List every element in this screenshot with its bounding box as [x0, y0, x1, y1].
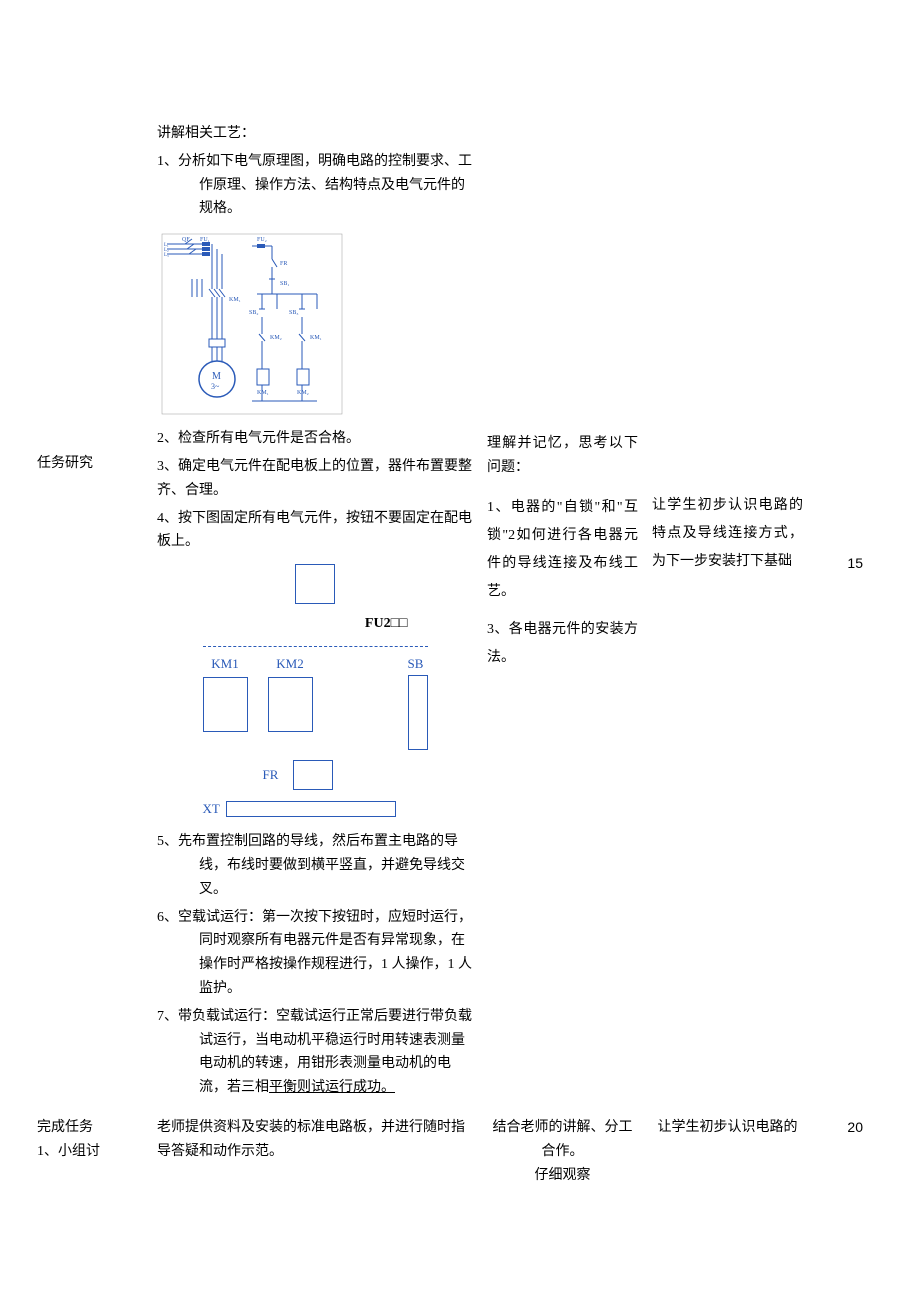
km2-box — [268, 677, 313, 732]
svg-text:SB₁: SB₁ — [280, 281, 289, 287]
svg-text:L₃: L₃ — [164, 253, 169, 258]
purpose-text-2: 让学生初步认识电路的 — [652, 1116, 803, 1140]
svg-text:SB₂: SB₂ — [249, 310, 258, 316]
dash-line — [203, 646, 428, 647]
layout-diagram: FU2□□ KM1 KM2 SB FR — [203, 564, 428, 820]
km1-label: KM1 — [203, 653, 248, 675]
teacher-provide-text: 老师提供资料及安装的标准电路板，并进行随时指导答疑和动作示范。 — [157, 1116, 473, 1164]
item-4: 4、按下图固定所有电气元件，按钮不要固定在配电板上。 — [157, 507, 473, 555]
purpose-text: 让学生初步认识电路的特点及导线连接方式，为下一步安装打下基础 — [652, 492, 803, 576]
col-purpose-2: 让学生初步认识电路的 — [650, 1114, 805, 1189]
item-6: 6、空载试运行：第一次按下按钮时，应短时运行，同时观察所有电器元件是否有异常现象… — [157, 906, 473, 1001]
col-time-2: 20 — [815, 1114, 865, 1189]
fu2-label: FU2□□ — [203, 612, 428, 636]
col-task-label: 任务研究 — [35, 120, 145, 1106]
svg-text:M: M — [212, 371, 221, 382]
svg-text:QF: QF — [182, 237, 190, 243]
svg-text:FU₂: FU₂ — [257, 237, 267, 243]
sb-label: SB — [408, 653, 428, 675]
time-value-1: 15 — [817, 552, 863, 576]
col-content-2: 老师提供资料及安装的标准电路板，并进行随时指导答疑和动作示范。 — [155, 1114, 475, 1189]
km2-label: KM2 — [268, 653, 313, 675]
svg-text:KM₁: KM₁ — [310, 335, 322, 341]
complete-task-label: 完成任务 — [37, 1116, 143, 1140]
fr-label: FR — [263, 764, 279, 786]
combine-teacher-text: 结合老师的讲解、分工合作。 — [487, 1116, 638, 1164]
lesson-row-1: 任务研究 讲解相关工艺： 1、分析如下电气原理图，明确电路的控制要求、工作原理、… — [35, 120, 885, 1106]
layout-row1: KM1 KM2 SB — [203, 653, 428, 750]
group-discuss-label: 1、小组讨 — [37, 1140, 143, 1164]
svg-text:KM₂: KM₂ — [297, 390, 309, 396]
question-3: 3、各电器元件的安装方法。 — [487, 616, 638, 672]
col-student-activity: 理解并记忆，思考以下问题： 1、电器的"自锁"和"互锁"2如何进行各电器元件的导… — [485, 120, 640, 1106]
sb-box — [408, 675, 428, 750]
time-value-2: 20 — [817, 1116, 863, 1140]
col-task-label-2: 完成任务 1、小组讨 — [35, 1114, 145, 1189]
sb-wrap: SB — [408, 653, 428, 750]
task-research-label: 任务研究 — [37, 452, 143, 476]
col-time: 15 — [815, 120, 865, 1106]
item-5: 5、先布置控制回路的导线，然后布置主电路的导线，布线时要做到横平竖直，并避免导线… — [157, 830, 473, 901]
item-2: 2、检查所有电气元件是否合格。 — [157, 427, 473, 451]
xt-row: XT — [203, 798, 428, 820]
km1-wrap: KM1 — [203, 653, 248, 732]
svg-text:KM₁: KM₁ — [257, 390, 269, 396]
layout-row2: FR — [203, 760, 428, 790]
col-student-activity-2: 结合老师的讲解、分工合作。 仔细观察 — [485, 1114, 640, 1189]
col-purpose: 让学生初步认识电路的特点及导线连接方式，为下一步安装打下基础 — [650, 120, 805, 1106]
fr-box — [293, 760, 333, 790]
understand-line: 理解并记忆，思考以下问题： — [487, 432, 638, 480]
intro-text: 讲解相关工艺： — [157, 122, 473, 146]
km2-wrap: KM2 — [268, 653, 313, 732]
lesson-row-2: 完成任务 1、小组讨 老师提供资料及安装的标准电路板，并进行随时指导答疑和动作示… — [35, 1114, 885, 1189]
col-content: 讲解相关工艺： 1、分析如下电气原理图，明确电路的控制要求、工作原理、操作方法、… — [155, 120, 475, 1106]
svg-text:KM₁: KM₁ — [229, 297, 241, 303]
svg-text:3~: 3~ — [211, 382, 220, 391]
circuit-diagram: L₁ L₂ L₃ QF FU₁ — [157, 229, 347, 419]
observe-text: 仔细观察 — [487, 1164, 638, 1188]
item-7: 7、带负载试运行：空载试运行正常后要进行带负载试运行，当电动机平稳运行时用转速表… — [157, 1005, 473, 1100]
xt-box — [226, 801, 396, 817]
item-7-underline: 平衡则试运行成功。 — [269, 1080, 395, 1095]
question-1: 1、电器的"自锁"和"互锁"2如何进行各电器元件的导线连接及布线工艺。 — [487, 494, 638, 606]
xt-label: XT — [203, 798, 220, 820]
item-1: 1、分析如下电气原理图，明确电路的控制要求、工作原理、操作方法、结构特点及电气元… — [157, 150, 473, 221]
svg-text:SB₃: SB₃ — [289, 310, 298, 316]
km1-box — [203, 677, 248, 732]
svg-text:KM₂: KM₂ — [270, 335, 282, 341]
qf-box — [295, 564, 335, 604]
svg-text:FR: FR — [280, 261, 287, 267]
circuit-svg: L₁ L₂ L₃ QF FU₁ — [157, 229, 347, 419]
item-3: 3、确定电气元件在配电板上的位置，器件布置要整齐、合理。 — [157, 455, 473, 503]
